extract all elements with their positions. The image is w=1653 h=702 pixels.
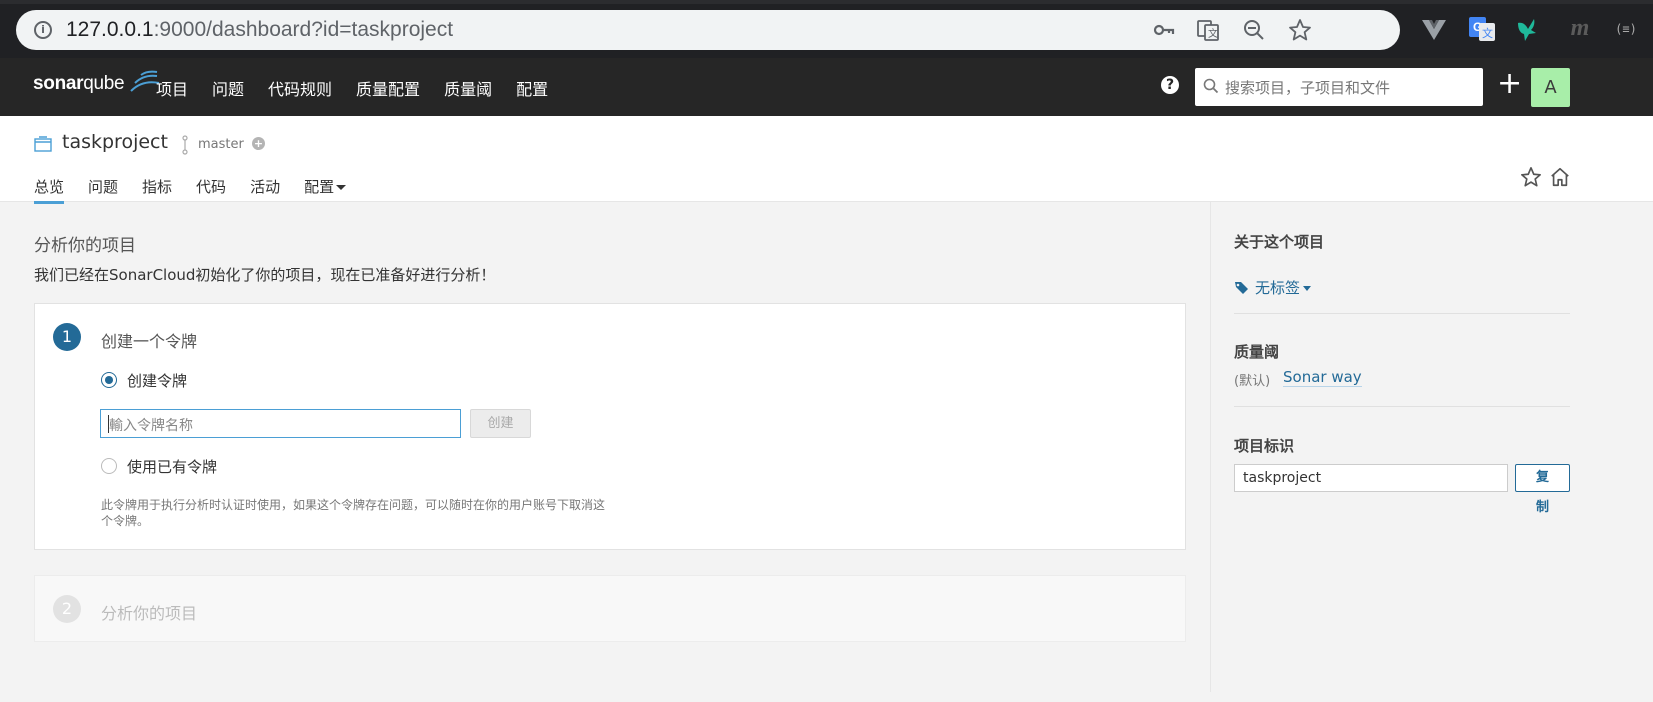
nav-administration[interactable]: 配置 [516, 76, 548, 100]
project-header: taskproject master + 总览 问题 指标 代码 活动 配置 [0, 116, 1653, 204]
tab-code[interactable]: 代码 [196, 176, 226, 204]
create-token-button[interactable]: 创建 [470, 409, 531, 438]
home-icon[interactable] [1549, 166, 1571, 188]
chevron-down-icon [1303, 286, 1312, 291]
radio-create-token-label[interactable]: 创建令牌 [127, 370, 187, 391]
sonarqube-logo[interactable]: sonarqube [33, 70, 160, 95]
add-branch-icon[interactable]: + [252, 137, 265, 150]
step-title: 分析你的项目 [101, 604, 198, 623]
step-title: 创建一个令牌 [101, 332, 198, 351]
about-title: 关于这个项目 [1234, 233, 1325, 251]
m-extension-icon[interactable]: m [1566, 15, 1594, 43]
page-title: 分析你的项目 [34, 236, 136, 256]
page-subtitle: 我们已经在SonarCloud初始化了你的项目，现在已准备好进行分析！ [34, 266, 496, 284]
logo-text-lite: qube [83, 73, 125, 94]
project-key-value: taskproject [1243, 470, 1322, 486]
token-name-placeholder: 輸入令牌名称 [109, 418, 193, 434]
branch-name[interactable]: master [198, 137, 244, 152]
nav-quality-gates[interactable]: 质量阈 [444, 76, 492, 100]
step-create-token-card: 1 创建一个令牌 创建令牌 輸入令牌名称 创建 使用已有令牌 此令牌用于执行分析… [34, 303, 1186, 550]
copy-key-button-overflow[interactable]: 制 [1515, 496, 1570, 515]
svg-text:文: 文 [1482, 26, 1493, 40]
sonar-navbar: sonarqube 项目 问题 代码规则 质量配置 质量阈 配置 ? 搜索项目，… [0, 58, 1653, 116]
nav-rules[interactable]: 代码规则 [268, 76, 332, 100]
branch-icon [182, 135, 188, 155]
tab-overview[interactable]: 总览 [34, 176, 65, 204]
tag-icon [1235, 282, 1248, 294]
quality-gate-title: 质量阈 [1234, 343, 1280, 361]
project-name[interactable]: taskproject [62, 131, 168, 153]
tab-strip-edge [0, 0, 1653, 4]
logo-text-bold: sonar [33, 73, 84, 94]
tab-administration-label: 配置 [304, 178, 335, 196]
info-icon[interactable]: i [34, 21, 52, 39]
divider [1234, 406, 1570, 407]
radio-use-existing-token[interactable] [101, 458, 117, 474]
global-search-input[interactable]: 搜索项目，子项目和文件 [1195, 68, 1483, 106]
url-path: :9000/dashboard?id=taskproject [153, 18, 454, 41]
url-host: 127.0.0.1 [66, 18, 154, 41]
address-bar[interactable]: i 127.0.0.1:9000/dashboard?id=taskprojec… [16, 10, 1400, 50]
step-number-badge: 1 [53, 323, 81, 351]
tab-activity[interactable]: 活动 [250, 176, 280, 204]
extension-icon[interactable]: (≡) [1612, 15, 1640, 43]
nav-issues[interactable]: 问题 [212, 76, 244, 100]
nav-quality-profiles[interactable]: 质量配置 [356, 76, 420, 100]
help-icon[interactable]: ? [1161, 76, 1179, 94]
radio-create-token[interactable] [101, 372, 117, 388]
bird-extension-icon[interactable] [1514, 15, 1542, 43]
nav-projects[interactable]: 项目 [156, 76, 188, 100]
google-translate-icon[interactable]: G文 [1468, 15, 1496, 43]
url-text[interactable]: 127.0.0.1:9000/dashboard?id=taskproject [66, 18, 453, 42]
quality-gate-link[interactable]: Sonar way [1283, 368, 1362, 387]
copy-key-button[interactable]: 复 [1515, 464, 1570, 492]
project-tabs: 总览 问题 指标 代码 活动 配置 [34, 176, 370, 204]
svg-text:文: 文 [1208, 27, 1218, 40]
tags-label: 无标签 [1255, 279, 1301, 297]
project-key-field[interactable]: taskproject [1234, 464, 1508, 492]
favorite-star-icon[interactable] [1520, 166, 1542, 188]
step-analyze-card: 2 分析你的项目 [34, 575, 1186, 642]
bookmark-star-icon[interactable] [1288, 18, 1312, 42]
translate-icon[interactable]: 文 [1196, 18, 1220, 42]
divider [1234, 313, 1570, 314]
create-plus-button[interactable]: + [1497, 66, 1522, 102]
vue-devtools-icon[interactable] [1420, 15, 1448, 43]
project-key-title: 项目标识 [1234, 437, 1295, 455]
search-placeholder: 搜索项目，子项目和文件 [1225, 79, 1391, 97]
token-help-note: 此令牌用于执行分析时认证时使用，如果这个令牌存在问题，可以随时在你的用户账号下取… [101, 498, 606, 528]
radio-use-existing-token-label[interactable]: 使用已有令牌 [127, 456, 217, 477]
project-sidebar: 关于这个项目 无标签 质量阈 (默认) Sonar way 项目标识 taskp… [1210, 202, 1653, 692]
user-avatar[interactable]: A [1531, 68, 1570, 107]
text-cursor [108, 415, 109, 433]
browser-chrome: i 127.0.0.1:9000/dashboard?id=taskprojec… [0, 0, 1653, 58]
tab-measures[interactable]: 指标 [142, 176, 172, 204]
chevron-down-icon [336, 185, 347, 190]
tab-issues[interactable]: 问题 [88, 176, 118, 204]
tags-dropdown[interactable]: 无标签 [1234, 277, 1312, 298]
token-name-input[interactable]: 輸入令牌名称 [100, 409, 461, 438]
step-number-badge: 2 [53, 595, 81, 623]
project-icon [34, 136, 52, 152]
key-icon[interactable] [1152, 18, 1176, 42]
tab-administration[interactable]: 配置 [304, 176, 347, 204]
zoom-out-icon[interactable] [1242, 18, 1266, 42]
search-icon [1203, 78, 1219, 94]
main-nav: 项目 问题 代码规则 质量配置 质量阈 配置 [156, 76, 572, 100]
default-label: (默认) [1234, 374, 1271, 389]
